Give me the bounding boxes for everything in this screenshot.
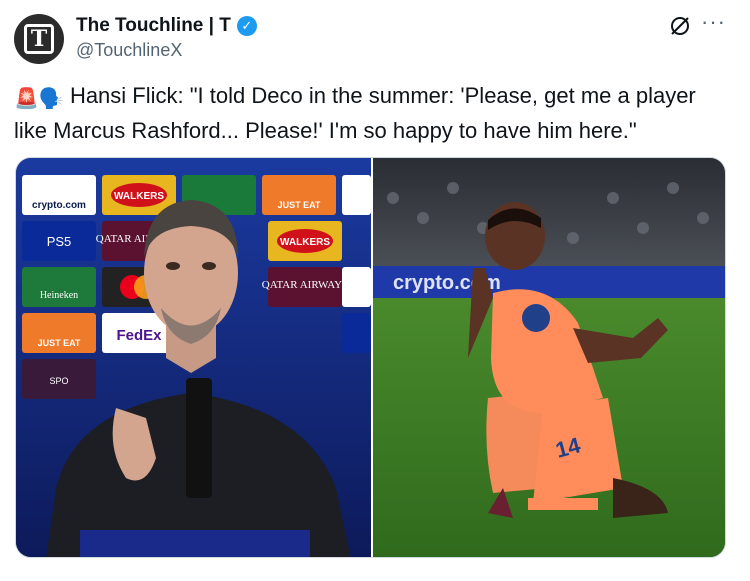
sponsor-text: FedEx [116, 327, 162, 344]
tweet-header: T The Touchline | T ✓ @TouchlineX ··· [14, 11, 736, 66]
sponsor-text: SPO [49, 376, 68, 386]
sponsor-text: WALKERS [114, 191, 164, 202]
media-photo-rashford[interactable]: crypto.com 14 [373, 158, 725, 557]
celebration-illustration: crypto.com 14 [373, 158, 725, 557]
tweet-media[interactable]: crypto.com WALKERS JUST EAT PS5 QATAR AI… [15, 157, 726, 558]
press-conference-illustration: crypto.com WALKERS JUST EAT PS5 QATAR AI… [16, 158, 371, 557]
sponsor-text: Heineken [40, 290, 78, 301]
sponsor-text: JUST EAT [278, 200, 321, 210]
sponsor-text: WALKERS [280, 237, 330, 248]
tweet-body: Hansi Flick: "I told Deco in the summer:… [14, 83, 696, 143]
sponsor-text: QATAR AIRWAYS [262, 279, 348, 291]
avatar-logo: T [24, 24, 54, 54]
grok-icon[interactable] [668, 14, 692, 38]
author-handle[interactable]: @TouchlineX [76, 40, 257, 61]
sponsor-board [22, 267, 96, 307]
sponsor-text: crypto.com [32, 200, 86, 211]
more-icon[interactable]: ··· [701, 11, 726, 33]
avatar[interactable]: T [14, 14, 64, 64]
verified-badge-icon: ✓ [236, 16, 257, 36]
author-block[interactable]: The Touchline | T ✓ @TouchlineX [76, 15, 257, 61]
author-name-row: The Touchline | T ✓ [76, 15, 257, 37]
tweet-text: 🚨🗣️ Hansi Flick: "I told Deco in the sum… [14, 80, 734, 146]
sponsor-text: PS5 [47, 234, 72, 249]
siren-speaking-emoji: 🚨🗣️ [14, 88, 64, 110]
display-name[interactable]: The Touchline | T [76, 15, 231, 37]
sponsor-text: JUST EAT [38, 338, 81, 348]
media-photo-flick[interactable]: crypto.com WALKERS JUST EAT PS5 QATAR AI… [16, 158, 371, 557]
